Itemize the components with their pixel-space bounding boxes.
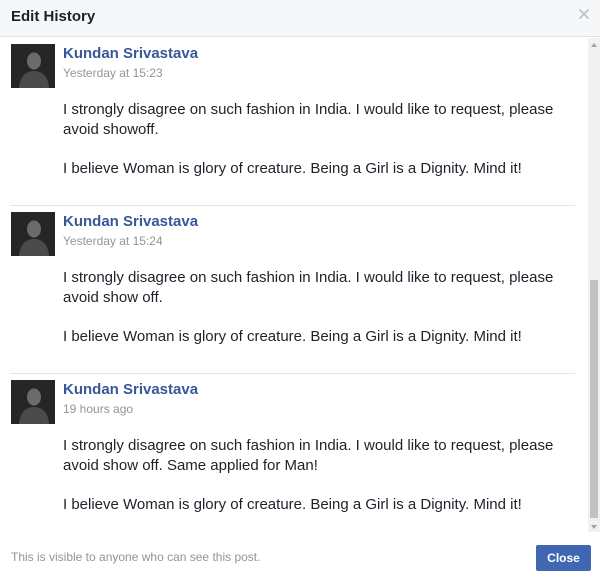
history-list: Kundan Srivastava Yesterday at 15:23 I s… (0, 38, 588, 532)
comment-body: I strongly disagree on such fashion in I… (63, 100, 583, 198)
timestamp[interactable]: Yesterday at 15:23 (63, 66, 163, 80)
comment-body: I strongly disagree on such fashion in I… (63, 436, 583, 532)
timestamp[interactable]: Yesterday at 15:24 (63, 234, 163, 248)
avatar[interactable] (11, 212, 55, 256)
timestamp[interactable]: 19 hours ago (63, 402, 133, 416)
edit-history-dialog: Edit History Kundan Srivastava Yesterday… (0, 0, 600, 580)
close-icon[interactable] (576, 6, 592, 22)
scrollbar[interactable] (588, 38, 600, 532)
history-entry: Kundan Srivastava Yesterday at 15:24 I s… (10, 206, 575, 374)
visibility-note: This is visible to anyone who can see th… (11, 550, 261, 564)
comment-paragraph: I believe Woman is glory of creature. Be… (63, 160, 522, 177)
author-name[interactable]: Kundan Srivastava (63, 381, 198, 398)
comment-paragraph: I strongly disagree on such fashion in I… (63, 101, 554, 138)
scrollbar-thumb[interactable] (590, 280, 598, 518)
author-name[interactable]: Kundan Srivastava (63, 213, 198, 230)
dialog-footer: This is visible to anyone who can see th… (0, 532, 600, 580)
comment-paragraph: I believe Woman is glory of creature. Be… (63, 496, 522, 513)
scroll-up-arrow-icon[interactable] (588, 38, 600, 50)
dialog-title: Edit History (11, 8, 96, 25)
author-name[interactable]: Kundan Srivastava (63, 45, 198, 62)
history-entry: Kundan Srivastava Yesterday at 15:23 I s… (10, 38, 575, 206)
comment-body: I strongly disagree on such fashion in I… (63, 268, 583, 366)
history-entry: Kundan Srivastava 19 hours ago I strongl… (10, 374, 575, 532)
avatar[interactable] (11, 44, 55, 88)
comment-paragraph: I strongly disagree on such fashion in I… (63, 269, 554, 306)
avatar[interactable] (11, 380, 55, 424)
comment-paragraph: I believe Woman is glory of creature. Be… (63, 328, 522, 345)
dialog-header: Edit History (0, 0, 600, 37)
scroll-down-arrow-icon[interactable] (588, 520, 600, 532)
close-button[interactable]: Close (536, 545, 591, 571)
comment-paragraph: I strongly disagree on such fashion in I… (63, 437, 554, 474)
